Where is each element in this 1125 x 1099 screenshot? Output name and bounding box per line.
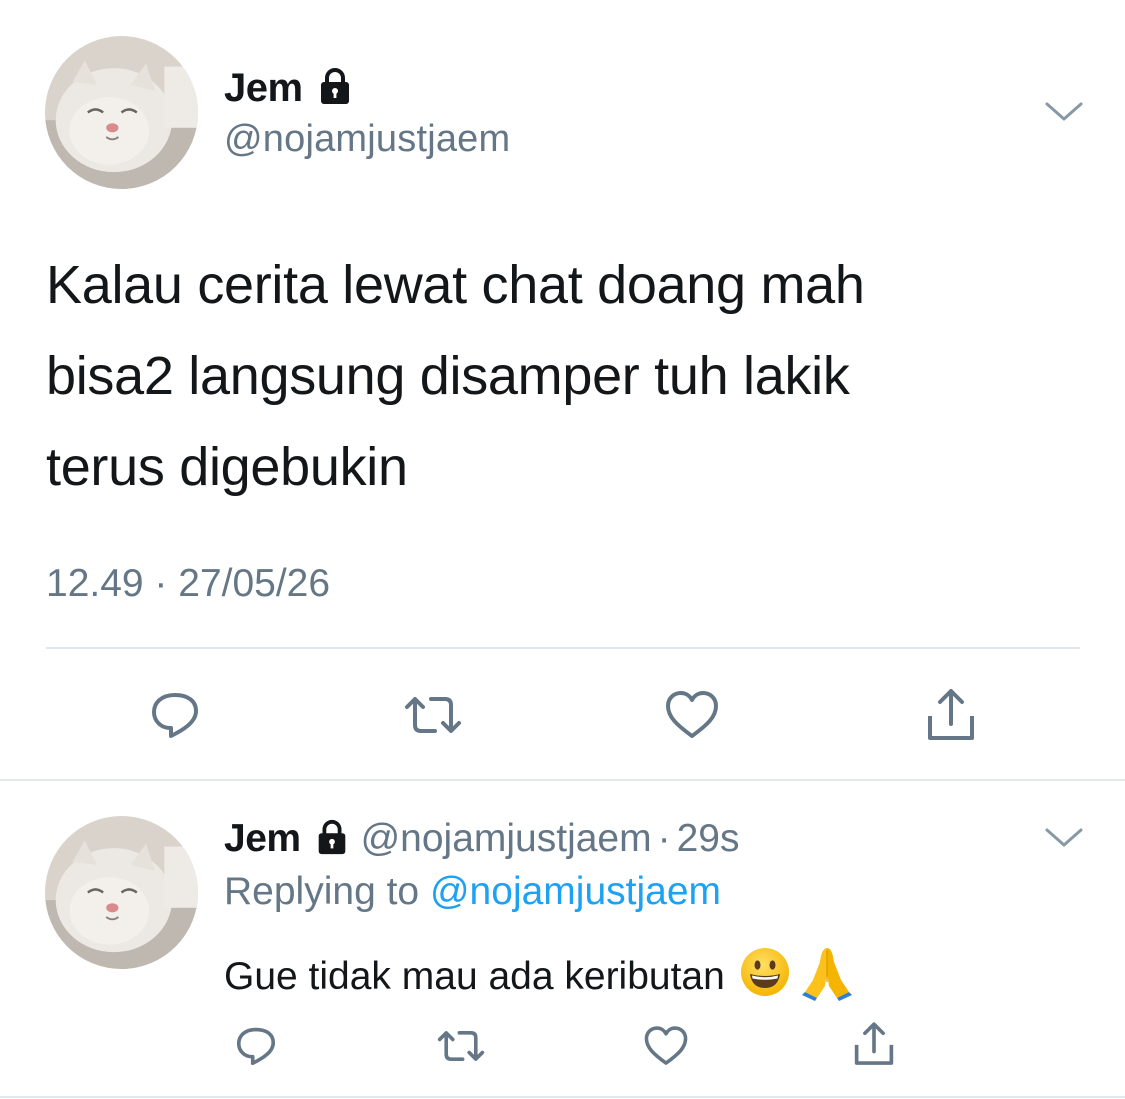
like-icon: [644, 1026, 688, 1065]
divider: [46, 647, 1080, 649]
replying-to: Replying to @nojamjustjaem: [224, 870, 721, 914]
replying-prefix: Replying to: [224, 870, 420, 913]
author-handle[interactable]: @nojamjustjaem: [361, 817, 652, 861]
share-icon: [854, 1022, 894, 1065]
reply-text-content: Gue tidak mau ada keributan: [224, 955, 725, 998]
chevron-down-icon[interactable]: [1044, 100, 1084, 129]
grinning-face-emoji: [739, 946, 791, 1008]
tweet-text-line: bisa2 langsung disamper tuh lakik: [46, 346, 850, 406]
tweet-text-line: terus digebukin: [46, 437, 408, 497]
cat-avatar-image: [45, 816, 198, 969]
lock-icon: [313, 818, 351, 861]
retweet-icon: [437, 1031, 485, 1061]
retweet-button[interactable]: [398, 680, 468, 750]
tweet-timestamp[interactable]: 12.49 · 27/05/26: [46, 562, 330, 606]
tweet-text-line: Kalau cerita lewat chat doang mah: [46, 255, 865, 315]
retweet-button[interactable]: [431, 1018, 491, 1074]
lock-icon: [315, 66, 355, 111]
section-divider: [0, 779, 1125, 781]
reply-button[interactable]: [228, 1018, 284, 1074]
reply-icon: [236, 1027, 276, 1066]
share-icon: [928, 689, 974, 740]
like-icon: [666, 691, 718, 738]
author-name-row: Jem: [224, 62, 355, 114]
reply-text: Gue tidak mau ada keributan: [224, 942, 857, 1012]
replying-mention-link[interactable]: @nojamjustjaem: [430, 870, 721, 913]
share-button[interactable]: [846, 1016, 902, 1072]
reply-button[interactable]: [140, 680, 210, 750]
retweet-icon: [405, 697, 461, 733]
display-name[interactable]: Jem: [224, 66, 303, 111]
cat-avatar-image: [45, 36, 198, 189]
reply-header: Jem @nojamjustjaem · 29s: [224, 812, 740, 866]
tweet-text: Kalau cerita lewat chat doang mah bisa2 …: [46, 240, 1076, 513]
reply-icon: [152, 693, 198, 738]
display-name[interactable]: Jem: [224, 817, 301, 861]
avatar[interactable]: [45, 816, 198, 969]
share-button[interactable]: [916, 680, 986, 750]
chevron-down-icon[interactable]: [1044, 826, 1084, 855]
like-button[interactable]: [657, 680, 727, 750]
author-handle[interactable]: @nojamjustjaem: [224, 118, 510, 161]
separator-dot: ·: [657, 817, 671, 860]
folded-hands-emoji: [797, 942, 857, 1012]
like-button[interactable]: [638, 1018, 694, 1074]
bottom-divider: [0, 1096, 1125, 1098]
reply-time[interactable]: 29s: [677, 817, 740, 861]
avatar[interactable]: [45, 36, 198, 189]
